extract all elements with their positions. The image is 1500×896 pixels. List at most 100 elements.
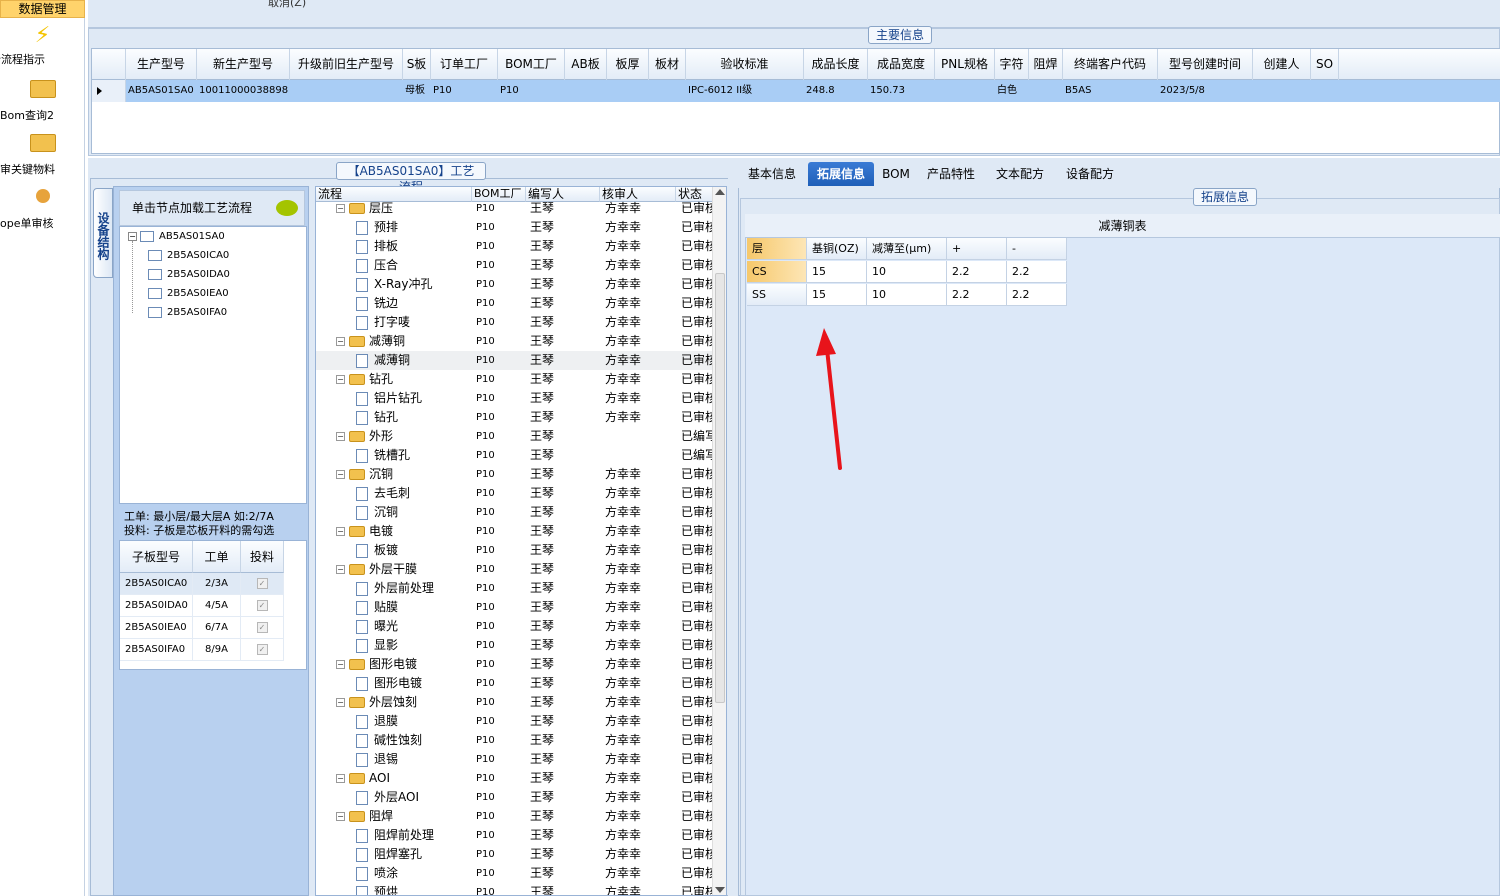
flow-row[interactable]: 铣槽孔 P10 王琴 已编写 [316, 446, 717, 465]
flow-row[interactable]: − 阻焊 P10 王琴 方幸幸 已审核 [316, 807, 717, 826]
scroll-down-icon[interactable] [715, 887, 725, 893]
column-header[interactable]: 生产型号 [126, 49, 197, 80]
scroll-up-icon[interactable] [715, 189, 725, 195]
table-cell[interactable] [1029, 80, 1063, 102]
table-cell[interactable]: CS [747, 261, 807, 283]
nav-title[interactable]: 数据管理 [0, 0, 85, 18]
flow-row[interactable]: 铝片钻孔 P10 王琴 方幸幸 已审核 [316, 389, 717, 408]
table-cell[interactable]: SS [747, 284, 807, 306]
collapse-icon[interactable]: − [336, 660, 345, 669]
table-cell[interactable] [565, 80, 607, 102]
collapse-icon[interactable]: − [336, 337, 345, 346]
table-cell[interactable]: 2.2 [1007, 261, 1067, 283]
table-cell[interactable] [935, 80, 995, 102]
flow-row[interactable]: 钻孔 P10 王琴 方幸幸 已审核 [316, 408, 717, 427]
column-header[interactable]: SO [1311, 49, 1339, 80]
flow-row[interactable]: 外层前处理 P10 王琴 方幸幸 已审核 [316, 579, 717, 598]
flow-row[interactable]: 喷涂 P10 王琴 方幸幸 已审核 [316, 864, 717, 883]
table-cell[interactable]: 8/9A [193, 639, 241, 661]
flow-scrollbar[interactable] [712, 187, 726, 895]
flow-row[interactable]: 排板 P10 王琴 方幸幸 已审核 [316, 237, 717, 256]
flow-row[interactable]: 显影 P10 王琴 方幸幸 已审核 [316, 636, 717, 655]
tree-node[interactable]: 2B5AS0IEA0 [148, 285, 229, 303]
collapse-icon[interactable]: − [336, 565, 345, 574]
tab-product-features[interactable]: 产品特性 [918, 162, 984, 186]
flow-row[interactable]: 贴膜 P10 王琴 方幸幸 已审核 [316, 598, 717, 617]
flow-row[interactable]: 碱性蚀刻 P10 王琴 方幸幸 已审核 [316, 731, 717, 750]
flow-row[interactable]: 铣边 P10 王琴 方幸幸 已审核 [316, 294, 717, 313]
collapse-icon[interactable]: − [336, 698, 345, 707]
tab-basic-info[interactable]: 基本信息 [740, 162, 804, 186]
column-header[interactable]: 新生产型号 [197, 49, 290, 80]
flow-row[interactable]: 图形电镀 P10 王琴 方幸幸 已审核 [316, 674, 717, 693]
feed-checkbox[interactable]: ✓ [241, 639, 284, 661]
column-header[interactable]: + [947, 238, 1007, 260]
column-header[interactable]: 型号创建时间 [1158, 49, 1253, 80]
tree-node[interactable]: 2B5AS0ICA0 [148, 247, 229, 265]
column-header[interactable]: PNL规格 [935, 49, 995, 80]
tab-bom[interactable]: BOM [878, 162, 914, 186]
table-cell[interactable]: 2B5AS0ICA0 [120, 573, 193, 595]
flow-row[interactable]: 退膜 P10 王琴 方幸幸 已审核 [316, 712, 717, 731]
feed-checkbox[interactable]: ✓ [241, 595, 284, 617]
flow-row[interactable]: 预排 P10 王琴 方幸幸 已审核 [316, 218, 717, 237]
column-header[interactable]: 减薄至(μm) [867, 238, 947, 260]
tab-device-structure[interactable]: 设备结构 [93, 188, 113, 278]
flow-row[interactable]: − 减薄铜 P10 王琴 方幸幸 已审核 [316, 332, 717, 351]
column-header[interactable]: 验收标准 [686, 49, 804, 80]
tab-extended-info[interactable]: 拓展信息 [808, 162, 874, 186]
check-icon[interactable]: ✓ [256, 578, 268, 589]
tree-node[interactable]: 2B5AS0IDA0 [148, 266, 230, 284]
table-cell[interactable] [649, 80, 686, 102]
nav-item-key-material[interactable]: 审关键物料 [0, 130, 85, 184]
nav-item-ope-review[interactable]: ope单审核 [0, 184, 85, 238]
table-cell[interactable]: 4/5A [193, 595, 241, 617]
flow-row[interactable]: − 沉铜 P10 王琴 方幸幸 已审核 [316, 465, 717, 484]
table-cell[interactable]: 15 [807, 284, 867, 306]
flow-row[interactable]: 板镀 P10 王琴 方幸幸 已审核 [316, 541, 717, 560]
collapse-icon[interactable]: − [336, 375, 345, 384]
table-cell[interactable]: 2.2 [1007, 284, 1067, 306]
table-cell[interactable]: P10 [431, 80, 498, 102]
column-header[interactable]: 字符 [995, 49, 1029, 80]
table-cell[interactable]: IPC-6012 II级 [686, 80, 804, 102]
table-cell[interactable]: 2B5AS0IDA0 [120, 595, 193, 617]
splitter[interactable] [728, 160, 738, 896]
flow-row[interactable]: − 层压 P10 王琴 方幸幸 已审核 [316, 199, 717, 218]
cancel-button[interactable]: 取消(Z) [268, 0, 306, 10]
table-cell[interactable]: 10 [867, 284, 947, 306]
column-header[interactable]: 阻焊 [1029, 49, 1063, 80]
column-header[interactable]: 终端客户代码 [1063, 49, 1158, 80]
flow-row[interactable]: − 钻孔 P10 王琴 方幸幸 已审核 [316, 370, 717, 389]
table-cell[interactable]: 母板 [403, 80, 431, 102]
feed-checkbox[interactable]: ✓ [241, 617, 284, 639]
nav-item-new-flow[interactable]: ⚡ 新流程指示 [0, 20, 85, 74]
flow-row[interactable]: − AOI P10 王琴 方幸幸 已审核 [316, 769, 717, 788]
column-header[interactable]: 板厚 [607, 49, 649, 80]
table-row[interactable]: AB5AS01SA0 10011000038898 母板 P10 P10 IPC-6012… [92, 80, 1500, 102]
table-cell[interactable]: 白色 [995, 80, 1029, 102]
column-header[interactable]: 订单工厂 [431, 49, 498, 80]
collapse-icon[interactable]: − [336, 432, 345, 441]
column-header[interactable]: 成品长度 [804, 49, 868, 80]
collapse-icon[interactable]: − [336, 204, 345, 213]
collapse-icon[interactable]: − [336, 470, 345, 479]
flow-row[interactable]: 退锡 P10 王琴 方幸幸 已审核 [316, 750, 717, 769]
flow-row[interactable]: 去毛刺 P10 王琴 方幸幸 已审核 [316, 484, 717, 503]
table-cell[interactable]: 10011000038898 [197, 80, 290, 102]
scroll-thumb[interactable] [715, 273, 725, 703]
table-cell[interactable]: 2.2 [947, 261, 1007, 283]
flow-row[interactable]: 压合 P10 王琴 方幸幸 已审核 [316, 256, 717, 275]
collapse-icon[interactable]: − [336, 774, 345, 783]
column-header[interactable]: 工单 [193, 541, 241, 573]
collapse-icon[interactable]: − [336, 527, 345, 536]
table-cell[interactable] [607, 80, 649, 102]
table-cell[interactable]: 150.73 [868, 80, 935, 102]
nav-item-bom-query[interactable]: Bom查询2 [0, 76, 85, 130]
collapse-icon[interactable]: − [336, 812, 345, 821]
flow-row[interactable]: 外层AOI P10 王琴 方幸幸 已审核 [316, 788, 717, 807]
table-cell[interactable]: 2023/5/8 [1158, 80, 1253, 102]
column-header[interactable]: 板材 [649, 49, 686, 80]
check-icon[interactable]: ✓ [256, 600, 268, 611]
flow-row[interactable]: X-Ray冲孔 P10 王琴 方幸幸 已审核 [316, 275, 717, 294]
